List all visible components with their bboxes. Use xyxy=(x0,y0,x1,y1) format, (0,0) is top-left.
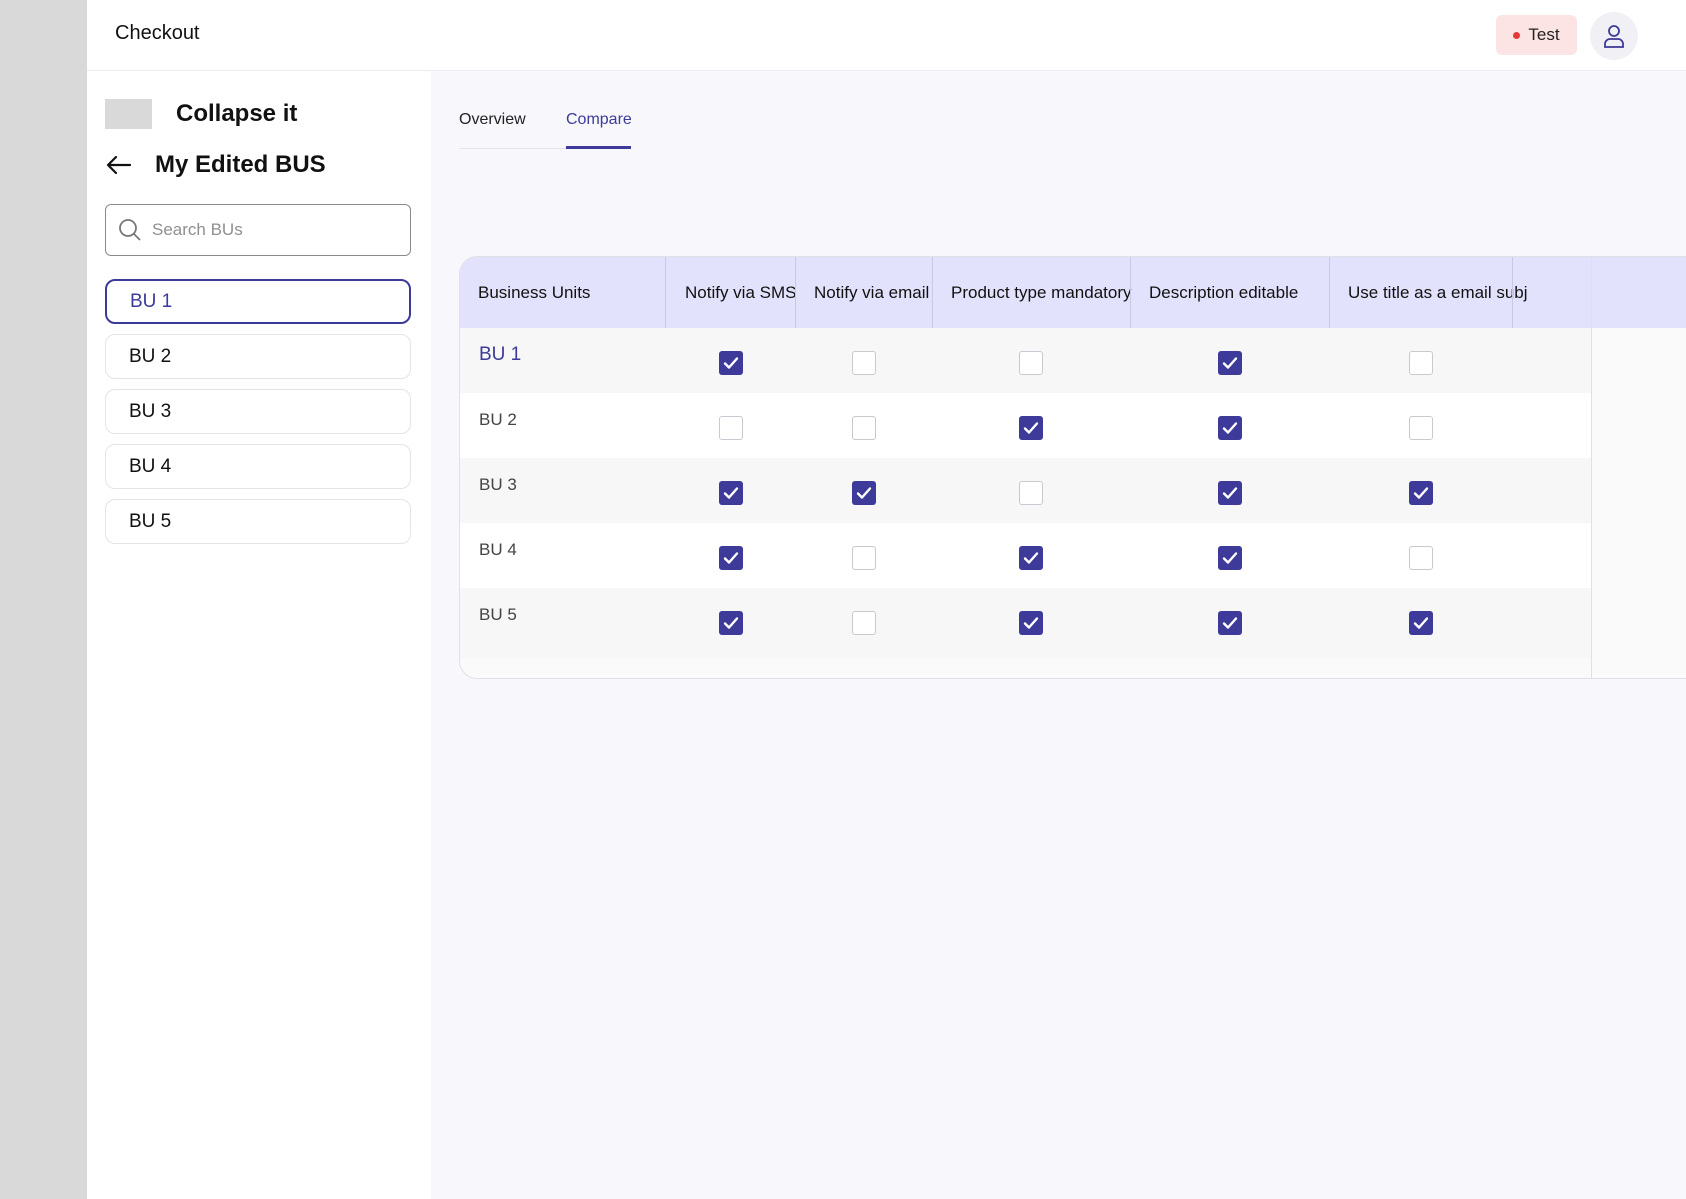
sidebar-item-bu-2[interactable]: BU 2 xyxy=(105,334,411,379)
tab-bar: Overview Compare xyxy=(459,111,631,149)
column-header: Business Units xyxy=(478,282,591,302)
checkmark-icon xyxy=(1023,552,1039,564)
column-header: Notify via email xyxy=(814,282,930,302)
sidebar: Collapse it My Edited BUS BU 1BU 2BU 3BU… xyxy=(87,71,431,1199)
table-divider xyxy=(1591,257,1592,678)
column-header: Product type mandatory xyxy=(951,282,1132,302)
sidebar-header: My Edited BUS xyxy=(105,151,326,179)
checkbox-unchecked[interactable] xyxy=(852,351,876,375)
column-header: Use title as a email subj xyxy=(1348,282,1528,302)
environment-badge[interactable]: Test xyxy=(1496,15,1577,55)
table-header: Business Units Notify via SMS Notify via e… xyxy=(460,257,1686,328)
checkmark-icon xyxy=(856,487,872,499)
checkbox-unchecked[interactable] xyxy=(852,416,876,440)
checkmark-icon xyxy=(1222,617,1238,629)
collapse-label: Collapse it xyxy=(176,100,298,127)
table-row: BU 2 xyxy=(460,393,1591,463)
sidebar-item-bu-4[interactable]: BU 4 xyxy=(105,444,411,489)
row-label: BU 3 xyxy=(479,475,517,494)
column-separator xyxy=(665,257,666,328)
checkmark-icon xyxy=(723,357,739,369)
sidebar-title: My Edited BUS xyxy=(155,151,326,178)
column-separator xyxy=(1130,257,1131,328)
checkbox-checked[interactable] xyxy=(719,351,743,375)
top-bar: Checkout Test xyxy=(87,0,1686,71)
checkbox-checked[interactable] xyxy=(719,546,743,570)
checkbox-unchecked[interactable] xyxy=(1409,351,1433,375)
checkbox-checked[interactable] xyxy=(719,611,743,635)
checkmark-icon xyxy=(1222,357,1238,369)
column-header: Description editable xyxy=(1149,282,1299,302)
sidebar-item-bu-3[interactable]: BU 3 xyxy=(105,389,411,434)
search-icon xyxy=(119,219,141,241)
status-dot-icon xyxy=(1513,31,1521,39)
column-header: Notify via SMS xyxy=(685,282,797,302)
bu-list: BU 1 BU 2 BU 3 BU 4 BU 5 xyxy=(105,279,411,554)
search-input[interactable] xyxy=(152,220,392,240)
checkbox-checked[interactable] xyxy=(1218,611,1242,635)
column-separator xyxy=(795,257,796,328)
checkmark-icon xyxy=(723,552,739,564)
table-row: BU 5 xyxy=(460,588,1591,658)
row-label: BU 5 xyxy=(479,605,517,624)
checkbox-checked[interactable] xyxy=(1218,416,1242,440)
row-label: BU 4 xyxy=(479,540,517,559)
collapse-toggle[interactable]: Collapse it xyxy=(105,99,297,129)
tab-overview[interactable]: Overview xyxy=(459,111,526,149)
checkbox-checked[interactable] xyxy=(1218,481,1242,505)
checkbox-unchecked[interactable] xyxy=(1019,351,1043,375)
checkbox-unchecked[interactable] xyxy=(1409,416,1433,440)
user-icon xyxy=(1604,25,1624,48)
checkmark-icon xyxy=(1023,422,1039,434)
compare-table: Business Units Notify via SMS Notify via e… xyxy=(459,256,1686,679)
checkbox-checked[interactable] xyxy=(852,481,876,505)
checkmark-icon xyxy=(1222,487,1238,499)
environment-label: Test xyxy=(1528,25,1560,44)
checkbox-checked[interactable] xyxy=(1409,481,1433,505)
checkbox-checked[interactable] xyxy=(1019,416,1043,440)
table-row: BU 4 xyxy=(460,523,1591,593)
checkbox-checked[interactable] xyxy=(1218,351,1242,375)
tab-compare[interactable]: Compare xyxy=(566,111,631,149)
app-title: Checkout xyxy=(115,22,200,44)
sidebar-item-bu-1[interactable]: BU 1 xyxy=(105,279,411,324)
checkbox-checked[interactable] xyxy=(1409,611,1433,635)
column-separator xyxy=(1512,257,1513,328)
checkmark-icon xyxy=(723,617,739,629)
checkmark-icon xyxy=(1222,422,1238,434)
user-avatar-button[interactable] xyxy=(1590,12,1638,60)
checkbox-unchecked[interactable] xyxy=(719,416,743,440)
checkbox-checked[interactable] xyxy=(1218,546,1242,570)
table-row: BU 3 xyxy=(460,458,1591,528)
row-label: BU 2 xyxy=(479,410,517,429)
sidebar-item-bu-5[interactable]: BU 5 xyxy=(105,499,411,544)
collapse-placeholder-icon xyxy=(105,99,152,129)
checkbox-unchecked[interactable] xyxy=(1019,481,1043,505)
left-rail xyxy=(0,0,87,1199)
checkmark-icon xyxy=(1413,617,1429,629)
column-separator xyxy=(932,257,933,328)
checkmark-icon xyxy=(1413,487,1429,499)
search-field[interactable] xyxy=(105,204,411,256)
checkbox-checked[interactable] xyxy=(1019,611,1043,635)
checkbox-checked[interactable] xyxy=(1019,546,1043,570)
checkbox-checked[interactable] xyxy=(719,481,743,505)
main-content: Overview Compare Business Units Notify vi… xyxy=(431,71,1686,1199)
back-arrow-icon[interactable] xyxy=(105,151,133,179)
row-label: BU 1 xyxy=(479,344,522,365)
checkbox-unchecked[interactable] xyxy=(1409,546,1433,570)
checkmark-icon xyxy=(1023,617,1039,629)
checkbox-unchecked[interactable] xyxy=(852,546,876,570)
checkbox-unchecked[interactable] xyxy=(852,611,876,635)
table-row: BU 1 xyxy=(460,328,1591,398)
column-separator xyxy=(1329,257,1330,328)
checkmark-icon xyxy=(723,487,739,499)
checkmark-icon xyxy=(1222,552,1238,564)
